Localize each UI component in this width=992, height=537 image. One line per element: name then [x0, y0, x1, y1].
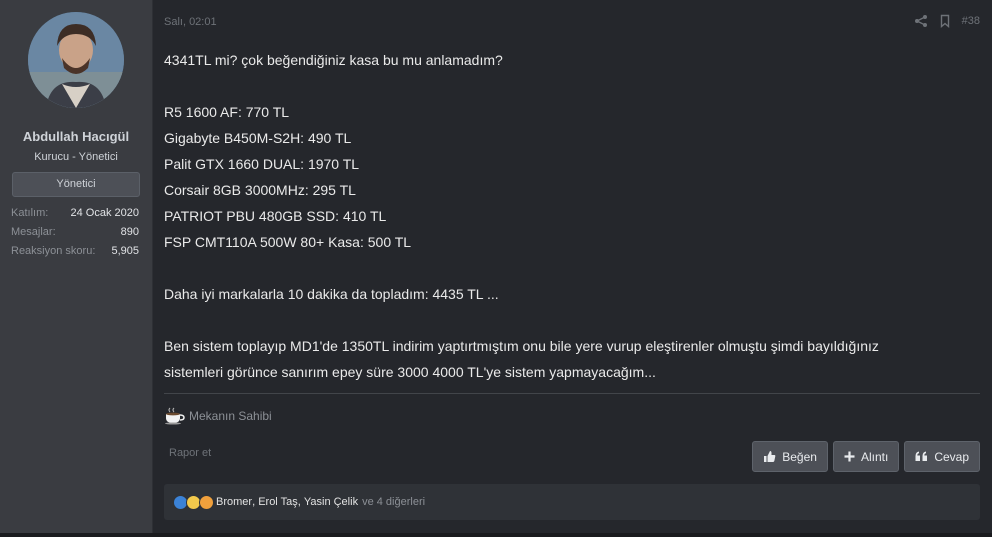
post-line: FSP CMT110A 500W 80+ Kasa: 500 TL [164, 234, 412, 250]
post-line-blank [164, 255, 974, 281]
quote-button[interactable]: Alıntı [832, 441, 900, 472]
reaction-user[interactable]: Yasin Çelik [304, 496, 358, 508]
reaction-user[interactable]: Erol Taş [258, 496, 298, 508]
post-line: R5 1600 AF: 770 TL [164, 104, 290, 120]
user-stats: Katılım: 24 Ocak 2020 Mesajlar: 890 Reak… [0, 204, 152, 261]
stat-label: Reaksiyon skoru: [11, 245, 96, 257]
stat-join-date: Katılım: 24 Ocak 2020 [11, 204, 139, 223]
bookmark-icon[interactable] [938, 14, 952, 29]
post-buttons: Beğen Alıntı Cevap [752, 441, 980, 472]
reaction-user[interactable]: Bromer [216, 496, 252, 508]
signature-text: Mekanın Sahibi [189, 409, 272, 423]
reply-button[interactable]: Cevap [904, 441, 980, 472]
report-link[interactable]: Rapor et [169, 447, 211, 459]
love-face-icon [199, 494, 214, 510]
reaction-more[interactable]: ve 4 diğerleri [362, 496, 425, 508]
share-icon[interactable] [914, 14, 928, 28]
like-label: Beğen [782, 449, 817, 464]
stat-messages: Mesajlar: 890 [11, 223, 139, 242]
username[interactable]: Abdullah Hacıgül [0, 129, 152, 144]
stat-value: 5,905 [111, 245, 139, 257]
reply-label: Cevap [934, 449, 969, 464]
reaction-icons[interactable] [173, 494, 214, 510]
bottom-strip [0, 533, 992, 537]
post-line-blank [164, 307, 974, 333]
post-date[interactable]: Salı, 02:01 [164, 16, 217, 28]
stat-value[interactable]: 890 [121, 223, 139, 242]
post-number[interactable]: #38 [962, 15, 980, 27]
post-line: 4341TL mi? çok beğendiğiniz kasa bu mu a… [164, 52, 503, 68]
post-line: sistemleri görünce sanırım epey süre 300… [164, 364, 656, 380]
stat-value: 24 Ocak 2020 [70, 207, 140, 219]
stat-label: Katılım: [11, 207, 49, 219]
coffee-cup-icon [165, 407, 185, 425]
post-line: Daha iyi markalarla 10 dakika da topladı… [164, 286, 499, 302]
post-line: Gigabyte B450M-S2H: 490 TL [164, 130, 352, 146]
post-body: 4341TL mi? çok beğendiğiniz kasa bu mu a… [164, 47, 974, 385]
signature-divider [164, 393, 980, 394]
quote-marks-icon [915, 451, 928, 461]
post-line: Ben sistem toplayıp MD1'de 1350TL indiri… [164, 338, 879, 354]
avatar[interactable] [28, 12, 124, 108]
post-line: Palit GTX 1660 DUAL: 1970 TL [164, 156, 360, 172]
post-line: PATRIOT PBU 480GB SSD: 410 TL [164, 208, 387, 224]
quote-label: Alıntı [860, 449, 889, 464]
user-title: Kurucu - Yönetici [34, 151, 118, 163]
role-badge[interactable]: Yönetici [12, 172, 140, 197]
message-post: Abdullah Hacıgül Kurucu - Yönetici Yönet… [0, 0, 992, 537]
thumbs-up-icon [764, 451, 776, 462]
stat-reaction-score: Reaksiyon skoru: 5,905 [11, 242, 139, 261]
post-line-blank [164, 73, 974, 99]
signature: Mekanın Sahibi [164, 407, 272, 425]
plus-icon [844, 451, 855, 462]
user-panel: Abdullah Hacıgül Kurucu - Yönetici Yönet… [0, 0, 153, 537]
reactions-bar: Bromer, Erol Taş, Yasin Çelik ve 4 diğer… [164, 484, 980, 520]
post-line: Corsair 8GB 3000MHz: 295 TL [164, 182, 356, 198]
post-content: Salı, 02:01 #38 4341TL mi? çok beğendiği… [153, 0, 992, 537]
like-button[interactable]: Beğen [752, 441, 828, 472]
stat-label: Mesajlar: [11, 226, 56, 238]
post-actions: #38 [914, 14, 980, 29]
